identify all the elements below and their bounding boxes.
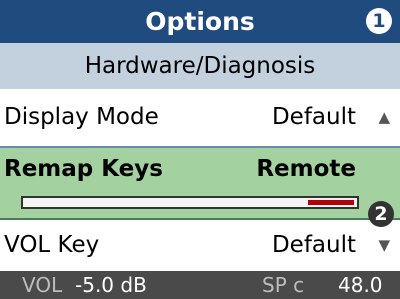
menu-item-label: VOL Key (4, 232, 100, 258)
callout-badge-1: 1 (366, 8, 392, 34)
menu-item-remap-keys[interactable]: Remap Keys Remote (0, 148, 400, 220)
options-screen: Options 1 Hardware/Diagnosis Display Mod… (0, 0, 400, 299)
arrow-up-icon[interactable]: ▲ (378, 89, 390, 146)
level-slider[interactable] (21, 196, 359, 209)
menu-item-value: Remote (256, 156, 356, 182)
slider-fill (308, 200, 354, 205)
menu-item-vol-key[interactable]: VOL Key Default ▼ (0, 220, 400, 271)
sp-value: 48.0 (338, 273, 383, 297)
menu-item-label: Display Mode (4, 104, 159, 130)
menu-item-label: Remap Keys (4, 156, 163, 182)
status-bar: VOL -5.0 dB SP c 48.0 (0, 271, 400, 299)
vol-value: -5.0 dB (75, 273, 147, 297)
arrow-down-icon[interactable]: ▼ (378, 220, 390, 271)
vol-label: VOL (22, 273, 63, 297)
sp-label: SP c (262, 273, 305, 297)
menu-item-value: Default (271, 232, 356, 258)
section-subtitle: Hardware/Diagnosis (0, 43, 400, 89)
menu-item-value: Default (271, 104, 356, 130)
menu-item-display-mode[interactable]: Display Mode Default ▲ (0, 89, 400, 148)
screen-title: Options (145, 7, 255, 36)
options-header: Options 1 (0, 0, 400, 43)
